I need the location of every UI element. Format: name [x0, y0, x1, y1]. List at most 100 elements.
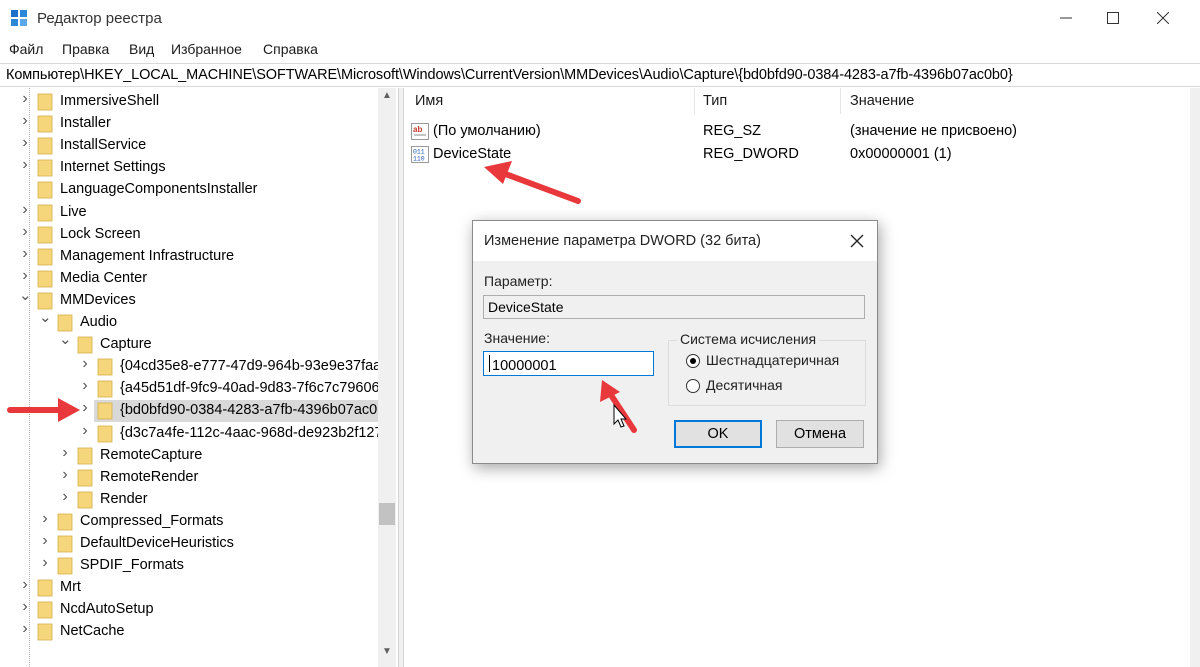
chevron-right-icon[interactable]: › — [79, 400, 91, 416]
folder-icon — [37, 601, 53, 619]
chevron-right-icon[interactable]: › — [59, 444, 71, 460]
tree-item-label: Internet Settings — [60, 159, 166, 176]
tree-item[interactable]: ⌄ MMDevices — [0, 288, 378, 312]
tree-item[interactable]: › SPDIF_Formats — [0, 555, 378, 577]
chevron-right-icon[interactable]: › — [19, 135, 31, 151]
chevron-right-icon[interactable]: › — [19, 267, 31, 283]
chevron-right-icon[interactable]: › — [79, 422, 91, 438]
tree-item[interactable]: › Render — [0, 488, 378, 511]
chevron-right-icon[interactable]: › — [19, 577, 31, 593]
menu-favorites[interactable]: Избранное — [171, 41, 242, 57]
folder-icon — [57, 535, 73, 553]
radio-decimal[interactable] — [686, 379, 700, 393]
key-tree[interactable]: › ImmersiveShell › Installer › InstallService… — [0, 88, 398, 667]
column-separator[interactable] — [694, 88, 695, 114]
radio-hex[interactable] — [686, 354, 700, 368]
tree-item[interactable]: › Media Center — [0, 267, 378, 290]
chevron-right-icon[interactable]: › — [19, 223, 31, 239]
chevron-right-icon[interactable]: › — [19, 91, 31, 107]
column-header-name[interactable]: Имя — [415, 93, 443, 109]
chevron-right-icon[interactable]: › — [19, 599, 31, 615]
tree-scroll-thumb[interactable] — [379, 503, 395, 525]
tree-item[interactable]: ⌄ Audio — [0, 310, 378, 334]
chevron-right-icon[interactable]: › — [39, 555, 51, 571]
folder-icon — [37, 226, 53, 243]
folder-icon — [37, 248, 53, 266]
maximize-icon — [1107, 12, 1119, 24]
minimize-button[interactable] — [1043, 0, 1089, 36]
tree-item[interactable]: › ImmersiveShell — [0, 91, 378, 113]
chevron-right-icon[interactable]: › — [19, 201, 31, 217]
tree-item[interactable]: › Management Infrastructure — [0, 245, 378, 268]
menu-edit[interactable]: Правка — [62, 41, 109, 57]
folder-icon — [37, 270, 53, 288]
tree-item[interactable]: › {04cd35e8-e777-47d9-964b-93e9e37faa1 — [0, 356, 389, 378]
chevron-down-icon[interactable]: ⌄ — [39, 310, 52, 325]
svg-text:011: 011 — [413, 149, 425, 156]
tree-item[interactable]: LanguageComponentsInstaller — [0, 179, 378, 201]
scroll-up-icon[interactable]: ▲ — [378, 90, 396, 104]
tree-item[interactable]: › Mrt — [0, 577, 378, 599]
menu-view[interactable]: Вид — [129, 41, 154, 57]
address-path[interactable]: Компьютер\HKEY_LOCAL_MACHINE\SOFTWARE\Mi… — [6, 67, 1013, 83]
column-separator[interactable] — [840, 88, 841, 114]
folder-icon — [37, 181, 53, 199]
chevron-right-icon[interactable]: › — [19, 157, 31, 173]
tree-item[interactable]: › RemoteCapture — [0, 444, 378, 467]
close-button[interactable] — [1140, 0, 1186, 36]
tree-scrollbar[interactable] — [378, 88, 396, 667]
dialog-close-button[interactable] — [845, 229, 869, 253]
tree-item[interactable]: › RemoteRender — [0, 466, 378, 489]
value-row-default[interactable]: ab (По умолчанию) REG_SZ (значение не пр… — [404, 121, 1184, 143]
tree-item-label: {04cd35e8-e777-47d9-964b-93e9e37faa1 — [120, 358, 390, 375]
chevron-right-icon[interactable]: › — [79, 378, 91, 394]
maximize-button[interactable] — [1090, 0, 1136, 36]
chevron-down-icon[interactable]: ⌄ — [59, 332, 72, 347]
chevron-right-icon[interactable]: › — [39, 533, 51, 549]
tree-item[interactable]: › Compressed_Formats — [0, 510, 378, 533]
tree-item[interactable]: › {a45d51df-9fc9-40ad-9d83-7f6c7c79606 — [0, 378, 380, 400]
radio-decimal-label[interactable]: Десятичная — [706, 377, 782, 393]
ok-button[interactable]: OK — [674, 420, 762, 448]
menu-help[interactable]: Справка — [263, 41, 318, 57]
column-header-type[interactable]: Тип — [703, 93, 727, 109]
value-label: Значение: — [484, 330, 550, 346]
chevron-right-icon[interactable]: › — [79, 356, 91, 372]
tree-item[interactable]: › InstallService — [0, 135, 378, 157]
chevron-down-icon[interactable]: ⌄ — [19, 288, 32, 303]
tree-item[interactable]: › Installer — [0, 113, 378, 135]
chevron-right-icon[interactable]: › — [59, 466, 71, 482]
scroll-down-icon[interactable]: ▼ — [378, 646, 396, 660]
tree-item[interactable]: › NetCache — [0, 621, 378, 643]
cancel-button[interactable]: Отмена — [776, 420, 864, 448]
menu-file[interactable]: Файл — [9, 41, 43, 57]
value-row-devicestate[interactable]: 011 110 DeviceState REG_DWORD 0x00000001… — [404, 144, 1184, 166]
tree-item[interactable]: ⌄ Capture — [0, 332, 378, 356]
tree-item-label: Lock Screen — [60, 225, 141, 242]
chevron-right-icon[interactable]: › — [19, 621, 31, 637]
column-header-data[interactable]: Значение — [850, 93, 914, 109]
folder-icon — [37, 292, 53, 310]
chevron-right-icon[interactable]: › — [19, 113, 31, 129]
folder-icon — [97, 425, 113, 442]
values-scrollbar[interactable] — [1190, 88, 1200, 667]
chevron-right-icon[interactable]: › — [39, 510, 51, 526]
tree-item[interactable]: › Live — [0, 201, 378, 224]
tree-item[interactable]: › Lock Screen — [0, 223, 378, 246]
chevron-right-icon[interactable]: › — [19, 245, 31, 261]
tree-item-label: {bd0bfd90-0384-4283-a7fb-4396b07ac0l — [120, 402, 381, 419]
tree-item[interactable]: › {d3c7a4fe-112c-4aac-968d-de923b2f127 — [0, 422, 383, 445]
tree-item[interactable]: › DefaultDeviceHeuristics — [0, 533, 378, 555]
tree-item[interactable]: › NcdAutoSetup — [0, 599, 378, 621]
value-data-input[interactable]: 10000001 — [483, 351, 654, 376]
tree-item[interactable]: › {bd0bfd90-0384-4283-a7fb-4396b07ac0l — [0, 400, 381, 423]
radio-hex-label[interactable]: Шестнадцатеричная — [706, 352, 839, 368]
value-data: (значение не присвоено) — [850, 123, 1017, 139]
address-bar[interactable]: Компьютер\HKEY_LOCAL_MACHINE\SOFTWARE\Mi… — [0, 63, 1200, 87]
folder-icon — [77, 491, 93, 509]
chevron-right-icon[interactable]: › — [59, 488, 71, 504]
tree-item[interactable]: › Internet Settings — [0, 157, 378, 179]
param-name-field[interactable]: DeviceState — [483, 295, 865, 319]
dialog-title: Изменение параметра DWORD (32 бита) — [484, 233, 761, 249]
tree-item-label: Installer — [60, 115, 111, 132]
